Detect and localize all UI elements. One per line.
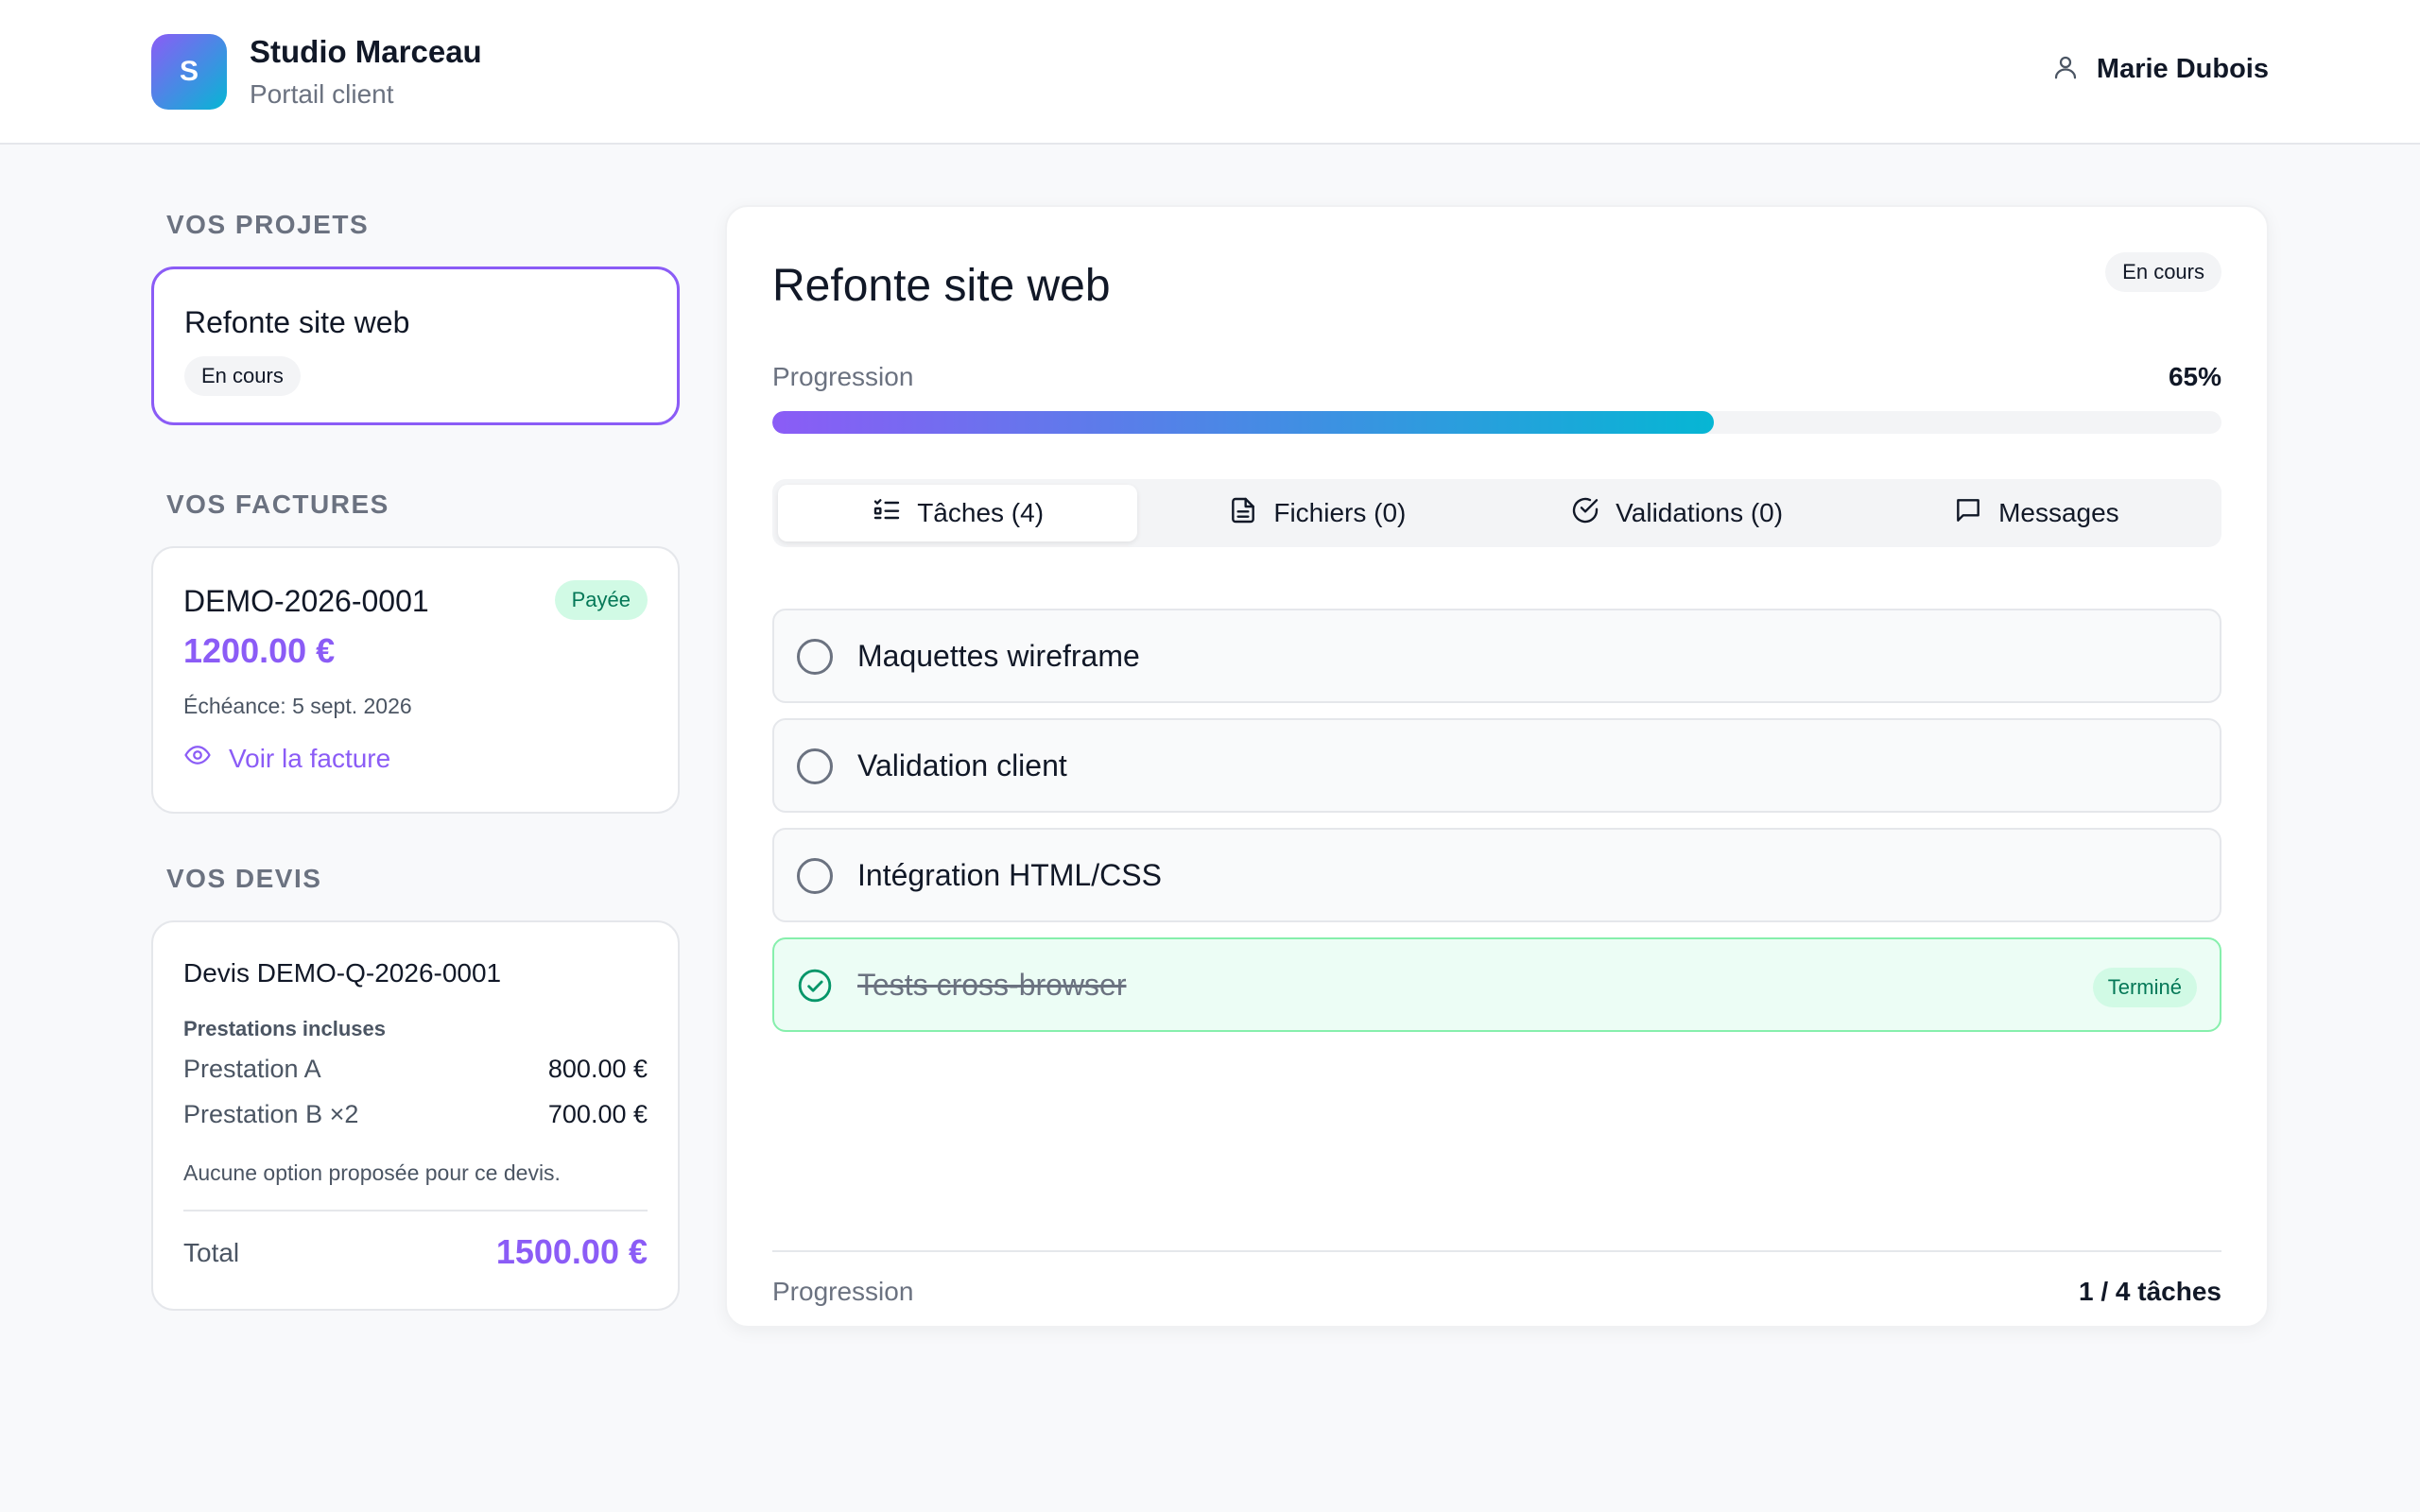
tab-bar: Tâches (4) Fichiers (0) Validations (0) … <box>772 479 2221 547</box>
quote-card: Devis DEMO-Q-2026-0001 Prestations inclu… <box>151 920 680 1311</box>
quote-line-price: 800.00 € <box>547 1055 648 1083</box>
task-item[interactable]: Maquettes wireframe <box>772 609 2221 703</box>
task-label: Tests cross-browser <box>857 968 1127 1002</box>
tab-tasks-label: Tâches (4) <box>917 498 1045 527</box>
brand-logo[interactable]: S <box>151 34 227 110</box>
tab-tasks[interactable]: Tâches (4) <box>778 485 1138 541</box>
user-icon <box>2051 53 2080 86</box>
project-detail-panel: Refonte site web En cours Progression 65… <box>725 205 2269 1328</box>
invoice-due-date: Échéance: 5 sept. 2026 <box>183 694 412 718</box>
view-invoice-link[interactable]: Voir la facture <box>183 741 390 776</box>
progress-label: Progression <box>772 362 914 391</box>
quotes-section-title: VOS DEVIS <box>166 864 322 893</box>
quote-line-name: Prestation B ×2 <box>183 1100 359 1128</box>
tab-messages-label: Messages <box>1998 498 2119 527</box>
quote-line-name: Prestation A <box>183 1055 321 1083</box>
brand-name: Studio Marceau <box>250 34 482 69</box>
check-circle-icon <box>1570 495 1600 532</box>
task-label: Intégration HTML/CSS <box>857 858 1162 892</box>
user-name: Marie Dubois <box>2096 54 2269 84</box>
status-badge: En cours <box>2105 252 2221 292</box>
invoice-amount: 1200.00 € <box>183 631 336 670</box>
task-checkbox[interactable] <box>797 639 833 675</box>
invoices-section-title: VOS FACTURES <box>166 490 389 519</box>
task-checkbox[interactable] <box>797 748 833 784</box>
progress-bar-fill <box>772 411 1715 434</box>
task-checkbox[interactable] <box>797 858 833 894</box>
task-label: Maquettes wireframe <box>857 639 1140 673</box>
divider <box>772 1250 2221 1252</box>
invoice-status-badge: Payée <box>554 580 648 620</box>
app-header: S Studio Marceau Portail client Marie Du… <box>0 0 2420 145</box>
file-icon <box>1228 495 1258 532</box>
invoice-card: DEMO-2026-0001 Payée 1200.00 € Échéance:… <box>151 546 680 814</box>
task-item-completed[interactable]: Tests cross-browser Terminé <box>772 937 2221 1032</box>
brand-subtitle: Portail client <box>250 79 394 109</box>
tasks-progress-label: Progression <box>772 1277 914 1306</box>
task-item[interactable]: Validation client <box>772 718 2221 813</box>
progress-bar <box>772 411 2221 434</box>
message-icon <box>1953 495 1983 532</box>
checklist-icon <box>872 495 902 532</box>
tab-messages[interactable]: Messages <box>1857 485 2216 541</box>
check-circle-icon[interactable] <box>797 968 833 1004</box>
quote-line-price: 700.00 € <box>547 1100 648 1128</box>
quote-line: Prestation B ×2 700.00 € <box>183 1100 648 1129</box>
tab-files-label: Fichiers (0) <box>1273 498 1407 527</box>
quote-services-label: Prestations incluses <box>183 1017 386 1040</box>
task-done-badge: Terminé <box>2092 968 2197 1007</box>
tasks-progress-count: 1 / 4 tâches <box>2079 1277 2221 1306</box>
tab-validations[interactable]: Validations (0) <box>1497 485 1857 541</box>
task-item[interactable]: Intégration HTML/CSS <box>772 828 2221 922</box>
page-title: Refonte site web <box>772 261 1111 311</box>
task-label: Validation client <box>857 748 1067 782</box>
progress-value: 65% <box>2168 362 2221 391</box>
quote-total-label: Total <box>183 1238 240 1267</box>
quote-line: Prestation A 800.00 € <box>183 1055 648 1084</box>
view-invoice-label: Voir la facture <box>229 743 391 773</box>
eye-icon <box>183 741 212 776</box>
projects-section-title: VOS PROJETS <box>166 210 370 239</box>
user-menu[interactable]: Marie Dubois <box>2051 53 2269 86</box>
divider <box>183 1210 648 1211</box>
tab-validations-label: Validations (0) <box>1616 498 1784 527</box>
quote-title: Devis DEMO-Q-2026-0001 <box>183 958 502 988</box>
invoice-number: DEMO-2026-0001 <box>183 584 429 618</box>
project-title: Refonte site web <box>184 305 410 339</box>
tab-files[interactable]: Fichiers (0) <box>1137 485 1496 541</box>
project-status-badge: En cours <box>184 356 301 396</box>
quote-note: Aucune option proposée pour ce devis. <box>183 1160 561 1185</box>
quote-total-value: 1500.00 € <box>495 1232 648 1271</box>
project-card[interactable]: Refonte site web En cours <box>151 266 680 425</box>
